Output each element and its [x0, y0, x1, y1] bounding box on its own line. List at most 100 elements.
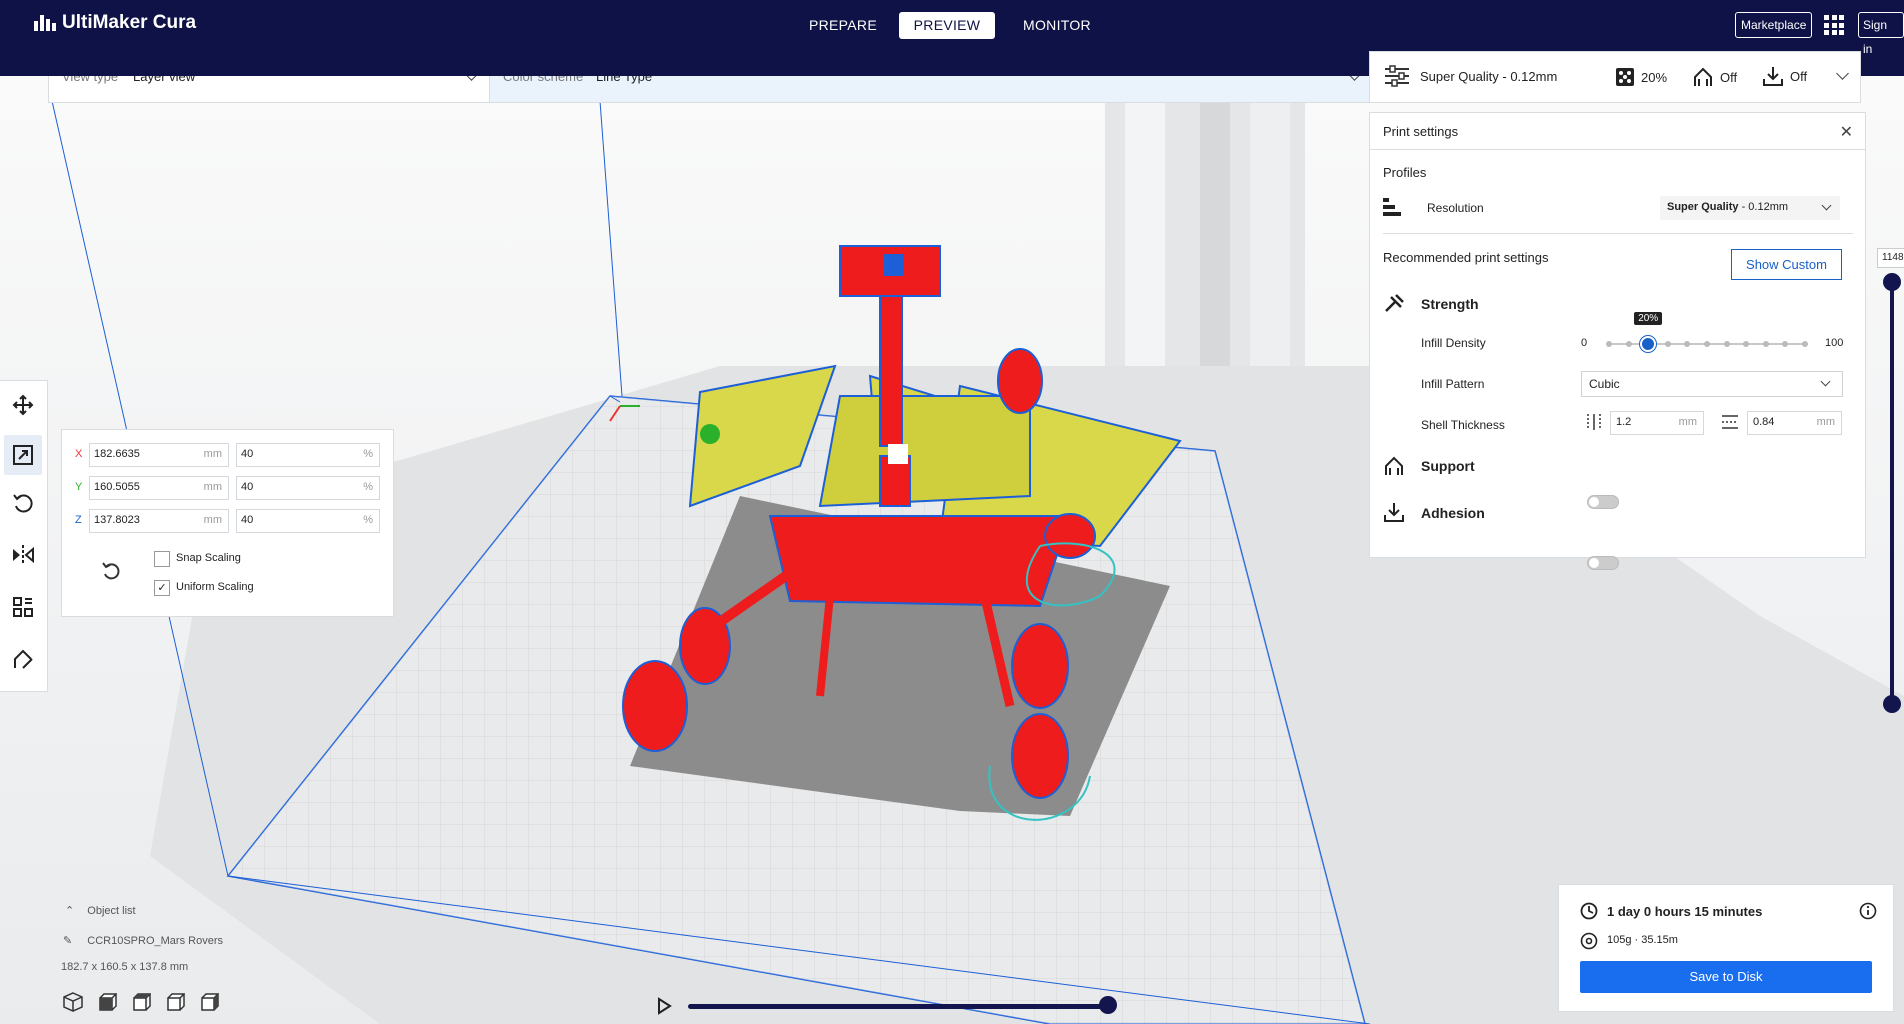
chevron-down-icon	[465, 76, 478, 81]
adhesion-icon	[1383, 501, 1405, 526]
adhesion-summary: Off	[1790, 68, 1808, 84]
size-value-x: 182.6635	[94, 448, 140, 460]
save-to-disk-button[interactable]: Save to Disk	[1580, 961, 1872, 993]
move-tool-icon[interactable]	[9, 391, 37, 419]
resolution-value-rest: - 0.12mm	[1738, 201, 1789, 213]
print-estimate-panel: 1 day 0 hours 15 minutes 105g · 35.15m S…	[1558, 884, 1894, 1012]
size-unit-x: mm	[203, 448, 222, 460]
layer-slider-bottom-handle[interactable]	[1883, 695, 1901, 713]
slider-tick	[1704, 341, 1710, 347]
play-icon[interactable]	[656, 997, 672, 1020]
percent-value-y: 40	[241, 481, 254, 493]
chevron-up-icon: ⌃	[65, 905, 75, 917]
scale-tool-icon[interactable]	[4, 435, 42, 475]
slider-tick	[1606, 341, 1612, 347]
print-setup-summary[interactable]: Super Quality - 0.12mm 20% Off Off	[1369, 51, 1861, 103]
percent-unit-z: %	[363, 514, 373, 526]
adhesion-label: Adhesion	[1421, 505, 1485, 521]
top-bottom-thickness-field[interactable]: 0.84 mm	[1747, 411, 1842, 435]
sign-in-button[interactable]: Sign in	[1858, 12, 1904, 56]
pencil-icon[interactable]: ✎	[63, 935, 72, 947]
3d-view-icon[interactable]	[63, 992, 83, 1012]
object-dimensions: 182.7 x 160.5 x 137.8 mm	[61, 961, 189, 973]
percent-field-y[interactable]: 40%	[236, 476, 380, 500]
layer-slider[interactable]	[1890, 282, 1894, 704]
percent-value-z: 40	[241, 514, 254, 526]
apps-grid-icon[interactable]	[1824, 15, 1844, 35]
current-layer-field[interactable]: 1148	[1877, 248, 1904, 268]
resolution-icon	[1383, 197, 1403, 220]
print-settings-panel: Print settings ✕ Profiles Resolution Sup…	[1369, 112, 1866, 570]
mirror-tool-icon[interactable]	[9, 541, 37, 569]
object-list-toggle[interactable]: ⌃ Object list	[65, 904, 136, 917]
view-bar: View type Layer view Color scheme Line T…	[48, 76, 1370, 103]
support-blocker-icon[interactable]	[9, 645, 37, 673]
tab-preview[interactable]: PREVIEW	[899, 12, 995, 39]
chevron-down-icon	[1820, 376, 1831, 387]
wall-thickness-icon	[1585, 413, 1603, 434]
adhesion-toggle[interactable]	[1587, 556, 1619, 570]
axis-label-y: Y	[75, 481, 83, 493]
infill-density-label: Infill Density	[1421, 336, 1486, 350]
chevron-down-icon[interactable]	[1836, 67, 1849, 80]
info-icon[interactable]	[1859, 902, 1877, 923]
percent-value-x: 40	[241, 448, 254, 460]
layer-slider-top-handle[interactable]	[1883, 273, 1901, 291]
support-toggle[interactable]	[1587, 495, 1619, 509]
size-unit-y: mm	[203, 481, 222, 493]
per-model-settings-icon[interactable]	[9, 593, 37, 621]
profiles-label: Profiles	[1383, 165, 1427, 180]
wall-thickness-field[interactable]: 1.2 mm	[1610, 411, 1704, 435]
strength-label: Strength	[1421, 296, 1479, 312]
object-list-label: Object list	[87, 905, 136, 917]
size-value-z: 137.8023	[94, 514, 140, 526]
uniform-scaling-checkbox[interactable]: ✓	[154, 580, 170, 596]
close-icon[interactable]: ✕	[1840, 122, 1853, 142]
tab-monitor[interactable]: MONITOR	[1007, 12, 1107, 39]
size-field-y[interactable]: 160.5055 mm	[89, 476, 229, 500]
tool-toolbar	[0, 380, 48, 692]
slider-tick	[1802, 341, 1808, 347]
top-view-icon[interactable]	[131, 992, 151, 1012]
show-custom-button[interactable]: Show Custom	[1731, 249, 1842, 280]
percent-field-x[interactable]: 40%	[236, 443, 380, 467]
slider-tick	[1664, 341, 1671, 347]
size-field-z[interactable]: 137.8023 mm	[89, 509, 229, 533]
percent-unit-y: %	[363, 481, 373, 493]
resolution-dropdown[interactable]: Super Quality - 0.12mm	[1660, 196, 1840, 220]
view-type-dropdown[interactable]: View type Layer view	[49, 76, 490, 102]
reset-scale-icon[interactable]	[100, 560, 122, 585]
panel-title: Print settings	[1383, 124, 1459, 139]
percent-field-z[interactable]: 40%	[236, 509, 380, 533]
infill-slider-handle[interactable]	[1640, 336, 1657, 352]
wall-thickness-value: 1.2	[1616, 416, 1632, 428]
object-name: CCR10SPRO_Mars Rovers	[87, 935, 223, 947]
slider-tick	[1625, 341, 1632, 347]
infill-max-label: 100	[1825, 337, 1844, 349]
infill-pattern-dropdown[interactable]: Cubic	[1581, 371, 1843, 397]
front-view-icon[interactable]	[97, 992, 117, 1012]
infill-tooltip: 20%	[1634, 312, 1663, 325]
resolution-value-bold: Super Quality	[1667, 201, 1739, 213]
right-view-icon[interactable]	[199, 992, 219, 1012]
rotate-tool-icon[interactable]	[9, 489, 37, 517]
recommended-label: Recommended print settings	[1383, 250, 1549, 265]
left-view-icon[interactable]	[165, 992, 185, 1012]
snap-scaling-checkbox[interactable]	[154, 551, 170, 567]
infill-pattern-value: Cubic	[1589, 377, 1620, 391]
infill-icon	[1616, 68, 1634, 86]
size-unit-z: mm	[203, 514, 222, 526]
shell-thickness-label: Shell Thickness	[1421, 418, 1505, 432]
color-scheme-dropdown[interactable]: Color scheme Line Type	[490, 76, 1369, 102]
slider-tick	[1762, 341, 1769, 347]
marketplace-button[interactable]: Marketplace	[1735, 12, 1813, 38]
color-scheme-label: Color scheme	[503, 76, 584, 84]
tab-prepare[interactable]: PREPARE	[793, 12, 893, 39]
print-time: 1 day 0 hours 15 minutes	[1607, 904, 1763, 919]
layer-path-handle[interactable]	[1099, 996, 1117, 1014]
infill-min-label: 0	[1581, 337, 1588, 349]
top-bottom-thickness-icon	[1721, 413, 1739, 434]
uniform-scaling-label: Uniform Scaling	[176, 581, 254, 593]
layer-path-slider[interactable]	[688, 1004, 1108, 1009]
size-field-x[interactable]: 182.6635 mm	[89, 443, 229, 467]
